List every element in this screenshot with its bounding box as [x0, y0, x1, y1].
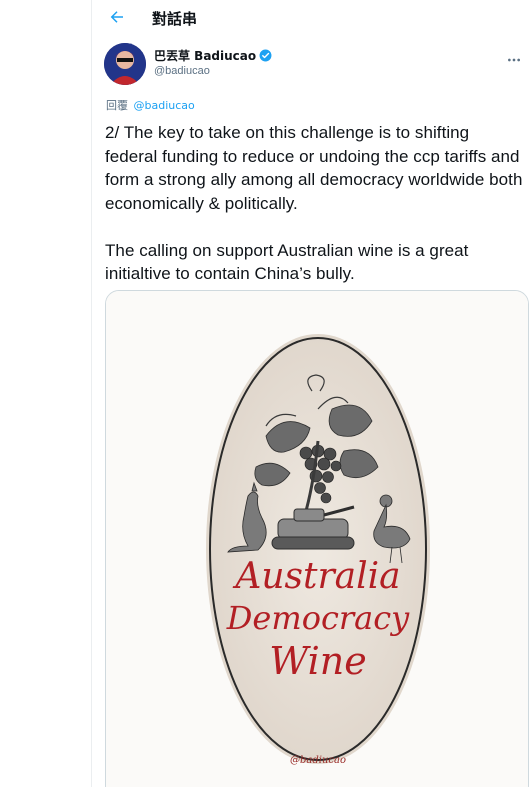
- tweet-text: 2/ The key to take on this challenge is …: [105, 123, 523, 283]
- reply-prefix: 回覆: [106, 99, 128, 112]
- avatar[interactable]: [104, 43, 146, 85]
- tweet-author: 巴丟草 Badiucao @badiucao: [92, 41, 532, 89]
- replying-to: 回覆 @badiucao: [106, 97, 195, 113]
- author-display-name[interactable]: 巴丟草 Badiucao: [154, 47, 256, 64]
- back-button[interactable]: [102, 2, 132, 32]
- wine-label-line-3: Wine: [269, 639, 367, 683]
- wine-label-line-2: Democracy: [226, 599, 410, 637]
- arrow-left-icon: [110, 11, 123, 23]
- reply-handle-link[interactable]: @badiucao: [134, 99, 195, 112]
- author-handle[interactable]: @badiucao: [154, 65, 210, 77]
- more-options-button[interactable]: [501, 47, 527, 73]
- conversation-column: 對話串 巴丟草 Badiucao @badiucao 回覆 @badiucao …: [91, 0, 532, 787]
- wine-label-line-1: Australia: [235, 556, 401, 597]
- page-header: 對話串: [92, 0, 532, 35]
- artist-signature: @badiucao: [290, 755, 346, 766]
- wine-label-illustration: [106, 291, 528, 787]
- tweet-media-image[interactable]: Australia Democracy Wine @badiucao: [105, 290, 529, 787]
- more-dots-icon: [508, 58, 520, 62]
- page-title: 對話串: [152, 10, 198, 28]
- verified-badge-icon: [259, 49, 272, 62]
- author-name-line: 巴丟草 Badiucao: [154, 47, 272, 64]
